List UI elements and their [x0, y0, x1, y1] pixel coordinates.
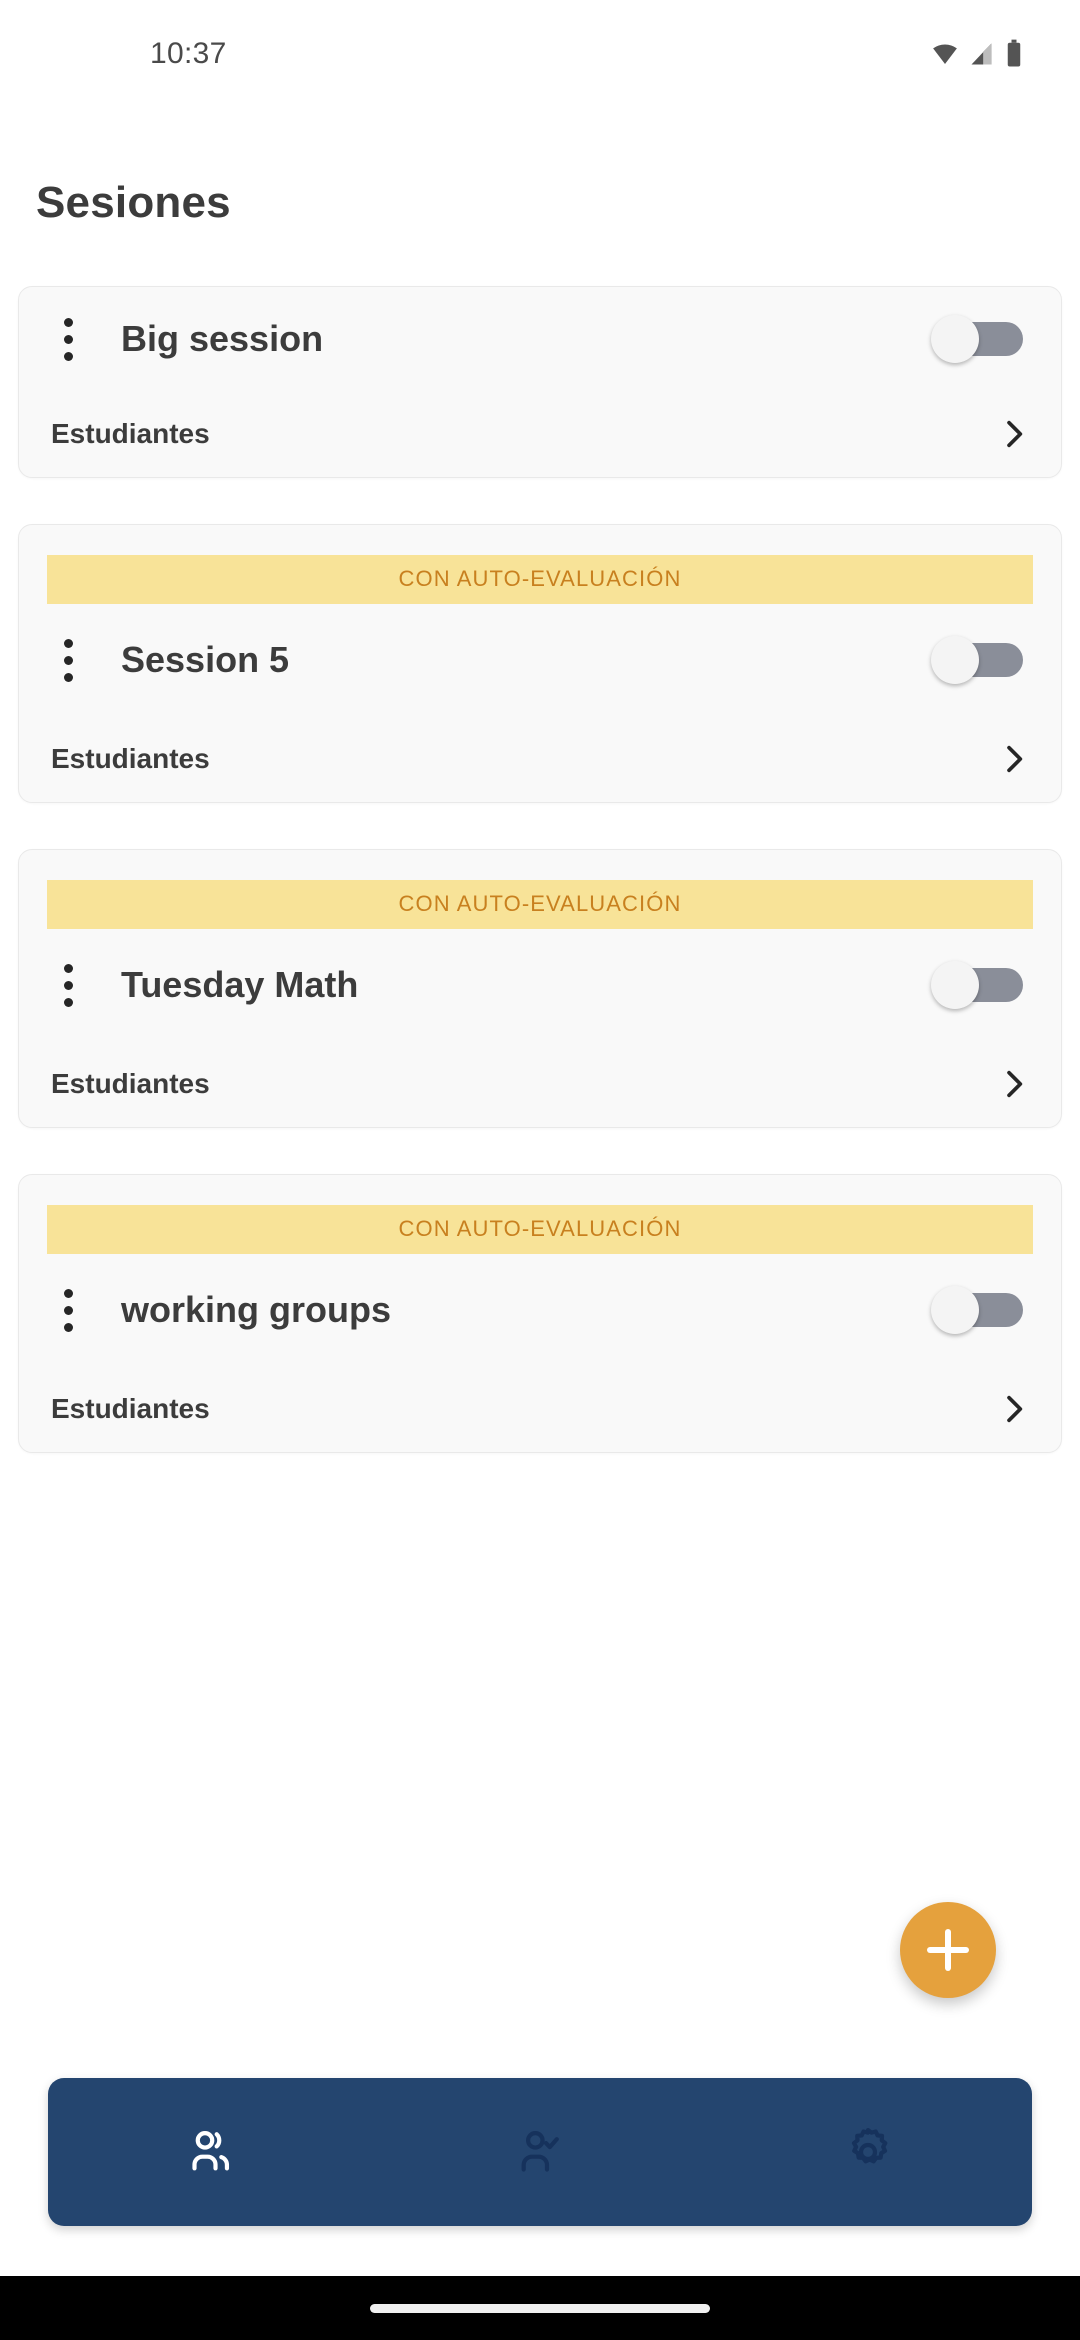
sessions-list: Big session Estudiantes CON AUTO-EVALUAC…	[18, 286, 1062, 1499]
people-group-icon	[192, 2131, 230, 2171]
battery-icon	[1007, 39, 1021, 67]
session-title: Tuesday Math	[121, 964, 359, 1005]
students-label: Estudiantes	[51, 1393, 210, 1424]
session-title: working groups	[121, 1289, 391, 1330]
sessions-screen: 10:37 Sesiones Big session Estudiantes C…	[0, 0, 1080, 2340]
students-label: Estudiantes	[51, 743, 210, 774]
nav-item-settings[interactable]	[704, 2078, 1032, 2226]
gear-icon	[851, 2127, 888, 2164]
session-toggle[interactable]	[931, 1286, 1023, 1334]
nav-item-groups[interactable]	[48, 2078, 376, 2226]
person-check-icon	[521, 2131, 559, 2172]
session-card[interactable]: CON AUTO-EVALUACIÓN working groups Estud…	[18, 1174, 1062, 1453]
status-time: 10:37	[150, 37, 227, 70]
students-row[interactable]: Estudiantes	[19, 716, 1061, 802]
status-icon-group	[930, 39, 1024, 69]
self-evaluation-badge: CON AUTO-EVALUACIÓN	[47, 880, 1033, 929]
self-evaluation-badge: CON AUTO-EVALUACIÓN	[47, 555, 1033, 604]
session-title: Big session	[121, 318, 324, 359]
students-row[interactable]: Estudiantes	[19, 391, 1061, 477]
toggle-thumb	[931, 961, 979, 1009]
gesture-navigation-bar	[0, 2276, 1080, 2340]
chevron-right-icon[interactable]	[997, 417, 1031, 451]
chevron-right-icon[interactable]	[997, 1067, 1031, 1101]
more-vertical-icon[interactable]	[45, 1282, 91, 1338]
session-card[interactable]: CON AUTO-EVALUACIÓN Session 5 Estudiante…	[18, 524, 1062, 803]
more-vertical-icon[interactable]	[45, 632, 91, 688]
toggle-thumb	[931, 315, 979, 363]
cellular-signal-icon	[971, 43, 992, 65]
plus-icon	[927, 1929, 969, 1971]
session-card-header: Tuesday Math	[19, 929, 1061, 1041]
toggle-thumb	[931, 1286, 979, 1334]
status-bar: 10:37	[0, 0, 1080, 108]
session-toggle[interactable]	[931, 961, 1023, 1009]
self-evaluation-badge: CON AUTO-EVALUACIÓN	[47, 1205, 1033, 1254]
bottom-navigation	[48, 2078, 1032, 2226]
students-row[interactable]: Estudiantes	[19, 1041, 1061, 1127]
page-title: Sesiones	[36, 178, 231, 227]
students-label: Estudiantes	[51, 418, 210, 449]
session-toggle[interactable]	[931, 315, 1023, 363]
session-card[interactable]: Big session Estudiantes	[18, 286, 1062, 478]
students-row[interactable]: Estudiantes	[19, 1366, 1061, 1452]
session-title: Session 5	[121, 639, 290, 680]
wifi-icon	[933, 44, 957, 64]
session-card-header: working groups	[19, 1254, 1061, 1366]
add-session-fab[interactable]	[900, 1902, 996, 1998]
chevron-right-icon[interactable]	[997, 1392, 1031, 1426]
session-card[interactable]: CON AUTO-EVALUACIÓN Tuesday Math Estudia…	[18, 849, 1062, 1128]
chevron-right-icon[interactable]	[997, 742, 1031, 776]
toggle-thumb	[931, 636, 979, 684]
session-card-header: Big session	[19, 287, 1061, 391]
students-label: Estudiantes	[51, 1068, 210, 1099]
more-vertical-icon[interactable]	[45, 957, 91, 1013]
nav-item-attendance[interactable]	[376, 2078, 704, 2226]
session-toggle[interactable]	[931, 636, 1023, 684]
more-vertical-icon[interactable]	[45, 311, 91, 367]
gesture-handle[interactable]	[370, 2303, 710, 2313]
session-card-header: Session 5	[19, 604, 1061, 716]
